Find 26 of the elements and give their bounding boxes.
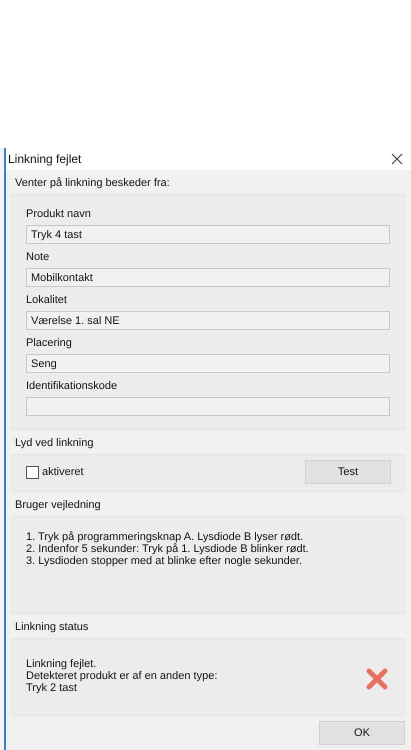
test-button[interactable]: Test <box>305 460 391 484</box>
input-field[interactable]: Seng <box>26 354 390 373</box>
checkbox[interactable] <box>26 466 39 478</box>
group-title: Linkning status <box>14 620 90 634</box>
group-title: Lyd ved linkning <box>14 436 94 450</box>
status-text: Detekteret produkt er af en anden type: <box>26 670 218 682</box>
ok-button[interactable]: OK <box>319 721 405 745</box>
field-label: Produkt navn <box>26 207 92 221</box>
field-label: Note <box>26 250 50 264</box>
close-icon[interactable] <box>391 153 403 165</box>
field-label: Identifikationskode <box>26 379 118 393</box>
group-title: Bruger vejledning <box>14 498 102 512</box>
status-text: Linkning fejlet. <box>26 658 98 670</box>
status-text: Tryk 2 tast <box>26 682 78 694</box>
input-field[interactable]: Mobilkontakt <box>26 268 390 287</box>
field-label: Lokalitet <box>26 293 68 307</box>
input-field[interactable]: Værelse 1. sal NE <box>26 311 390 330</box>
checkbox-label: aktiveret <box>42 466 84 478</box>
input-field[interactable] <box>26 397 390 416</box>
input-field[interactable]: Tryk 4 tast <box>26 225 390 244</box>
window-title: Linkning fejlet <box>8 152 82 166</box>
instruction-text: 2. Indenfor 5 sekunder: Tryk på 1. Lysdiode B blinker rødt. <box>26 543 310 555</box>
instruction-text: 3. Lysdioden stopper med at blinke efter nogle sekunder. <box>26 555 303 567</box>
group-title: Venter på linkning beskeder fra: <box>14 176 171 190</box>
instruction-text: 1. Tryk på programmeringsknap A. Lysdiode B lyser rødt. <box>26 531 304 543</box>
field-label: Placering <box>26 336 73 350</box>
